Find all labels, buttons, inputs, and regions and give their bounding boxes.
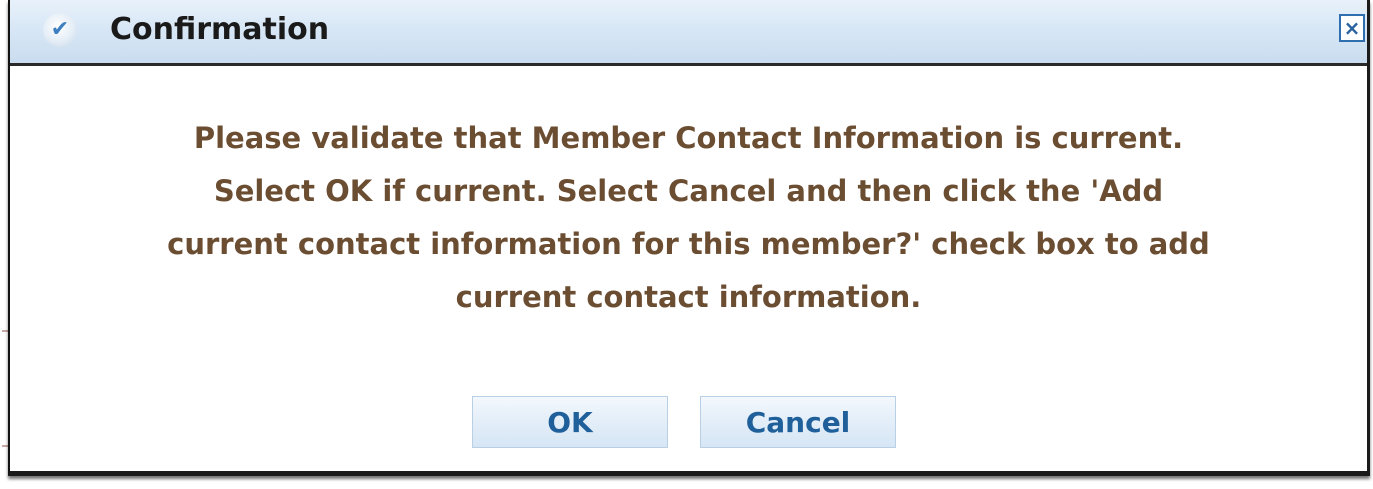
page: ✔ Confirmation × Please validate that Me… <box>0 0 1373 489</box>
dialog-message: Please validate that Member Contact Info… <box>10 112 1367 324</box>
message-line: current contact information. <box>455 280 922 314</box>
confirmation-dialog: ✔ Confirmation × Please validate that Me… <box>8 0 1370 476</box>
dialog-title: Confirmation <box>110 12 330 47</box>
dialog-title-bar[interactable]: ✔ Confirmation × <box>10 0 1367 66</box>
checkmark-icon: ✔ <box>43 13 77 47</box>
ok-button[interactable]: OK <box>472 396 668 448</box>
close-button[interactable]: × <box>1339 14 1365 42</box>
message-line: Please validate that Member Contact Info… <box>193 121 1184 155</box>
message-line: Select OK if current. Select Cancel and … <box>213 174 1164 208</box>
close-icon: × <box>1343 16 1361 40</box>
background-page-edge <box>0 0 8 489</box>
message-line: current contact information for this mem… <box>167 227 1210 261</box>
cancel-button[interactable]: Cancel <box>700 396 896 448</box>
background-page-bottom <box>0 478 1373 489</box>
